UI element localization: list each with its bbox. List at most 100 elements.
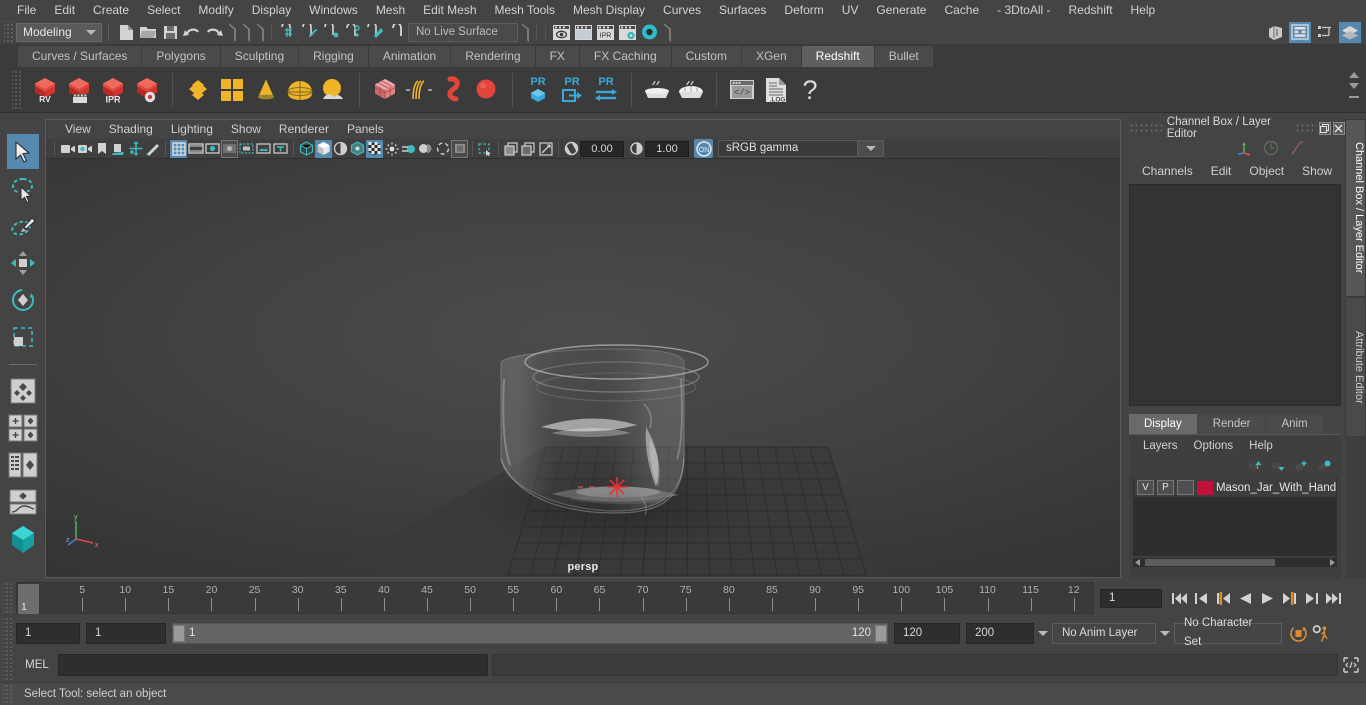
redshift-proxy-cube-icon[interactable] <box>368 70 402 110</box>
panel-grip[interactable] <box>1129 123 1163 133</box>
restore-icon[interactable] <box>1318 121 1331 135</box>
help-line-grip[interactable] <box>3 685 13 703</box>
shelf-tab-sculpting[interactable]: Sculpting <box>220 46 299 67</box>
redshift-hair-icon[interactable] <box>402 70 436 110</box>
channel-box-menu-show[interactable]: Show <box>1293 164 1341 178</box>
auto-key-icon[interactable] <box>1289 623 1308 643</box>
select-tool-button[interactable] <box>6 134 39 169</box>
step-forward-keyframe-icon[interactable] <box>1302 588 1321 608</box>
snap-to-point-icon[interactable] <box>320 22 342 43</box>
menu-display[interactable]: Display <box>243 0 300 20</box>
color-management-dropdown-arrow[interactable] <box>858 140 884 157</box>
live-surface-field[interactable]: No Live Surface <box>408 22 518 42</box>
film-origin-icon[interactable] <box>238 140 255 158</box>
new-layer-from-selected-icon[interactable] <box>1316 460 1331 472</box>
menu-curves[interactable]: Curves <box>654 0 710 20</box>
play-forwards-icon[interactable] <box>1258 588 1277 608</box>
render-settings-icon[interactable] <box>616 22 638 43</box>
shelf-scroll-arrows[interactable] <box>1348 71 1360 101</box>
bookmark-icon[interactable] <box>93 140 110 158</box>
film-gate-icon[interactable] <box>187 140 204 158</box>
gamma-field[interactable]: 1.00 <box>645 140 689 157</box>
expand-collapse-icon[interactable] <box>663 25 671 39</box>
redshift-sphere-icon[interactable] <box>470 70 504 110</box>
menu-generate[interactable]: Generate <box>867 0 935 20</box>
side-tab-attribute-editor[interactable]: Attribute Editor <box>1345 297 1366 437</box>
move-layer-down-icon[interactable] <box>1270 460 1285 472</box>
shelf-tab-polygons[interactable]: Polygons <box>142 46 220 67</box>
shelf-tab-fx-caching[interactable]: FX Caching <box>579 46 671 67</box>
viewport-menu-view[interactable]: View <box>56 120 100 139</box>
exposure-field[interactable]: 0.00 <box>580 140 624 157</box>
scrollbar-thumb[interactable] <box>1145 559 1275 566</box>
time-slider-grip[interactable] <box>3 583 13 613</box>
redshift-volume-icon[interactable] <box>436 70 470 110</box>
time-slider-track[interactable]: 1 5 10 15 20 25 30 35 40 45 50 55 60 65 70 75 80 85 90 95 1… <box>16 582 1094 614</box>
shelf-tab-rigging[interactable]: Rigging <box>299 46 368 67</box>
motion-blur-icon[interactable] <box>400 140 417 158</box>
toggle-attribute-editor-icon[interactable] <box>1289 21 1311 43</box>
layer-menu-layers[interactable]: Layers <box>1135 440 1186 452</box>
range-start-handle[interactable] <box>173 624 185 642</box>
xray-joints-icon[interactable] <box>477 140 494 158</box>
command-line-grip[interactable] <box>3 650 13 680</box>
viewport-menu-panels[interactable]: Panels <box>338 120 393 139</box>
move-tool-button[interactable] <box>7 245 39 280</box>
save-scene-icon[interactable] <box>159 22 181 43</box>
snap-to-grid-icon[interactable] <box>276 22 298 43</box>
channel-box-menu-channels[interactable]: Channels <box>1133 164 1202 178</box>
gate-mask-icon[interactable] <box>221 139 238 158</box>
layer-list-horizontal-scrollbar[interactable] <box>1133 558 1337 567</box>
menu-surfaces[interactable]: Surfaces <box>710 0 775 20</box>
menu-windows[interactable]: Windows <box>300 0 367 20</box>
isolate-select-icon[interactable] <box>434 140 451 158</box>
render-current-frame-icon[interactable] <box>572 22 594 43</box>
character-set-field[interactable]: No Character Set <box>1174 617 1282 648</box>
toggle-channel-box-icon[interactable] <box>1339 21 1361 43</box>
snap-to-curve-icon[interactable] <box>298 22 320 43</box>
redshift-rv-icon[interactable]: RV <box>28 70 62 110</box>
resolution-gate-icon[interactable] <box>204 140 221 158</box>
menu-redshift[interactable]: Redshift <box>1060 0 1122 20</box>
expand-collapse-icon[interactable] <box>521 25 529 39</box>
render-view-icon[interactable] <box>550 22 572 43</box>
grease-pencil-icon[interactable] <box>144 140 161 158</box>
layer-visibility-toggle[interactable]: V <box>1137 480 1154 495</box>
character-set-dropdown-arrow[interactable] <box>1156 623 1174 644</box>
camera-attributes-icon[interactable] <box>76 140 93 158</box>
grid-toggle-icon[interactable] <box>170 139 187 158</box>
scroll-right-arrow-icon[interactable] <box>1327 558 1337 567</box>
image-plane-icon[interactable] <box>110 140 127 158</box>
make-live-icon[interactable] <box>386 22 408 43</box>
panel-grip-right[interactable] <box>1294 123 1317 133</box>
hypershade-icon[interactable] <box>638 22 660 43</box>
range-slider-grip[interactable] <box>3 618 13 648</box>
channel-box-menu-edit[interactable]: Edit <box>1202 164 1241 178</box>
xray-textures-icon[interactable] <box>520 140 537 158</box>
shelf-tab-fx[interactable]: FX <box>535 46 579 67</box>
menu-mesh[interactable]: Mesh <box>367 0 414 20</box>
step-back-frame-icon[interactable] <box>1214 588 1233 608</box>
redshift-log-icon[interactable]: .LOG <box>759 70 793 110</box>
play-backwards-icon[interactable] <box>1236 588 1255 608</box>
shelf-tab-xgen[interactable]: XGen <box>741 46 801 67</box>
move-layer-up-icon[interactable] <box>1247 460 1262 472</box>
shelf-row-grip[interactable] <box>12 69 22 110</box>
go-to-end-icon[interactable] <box>1324 588 1343 608</box>
title-safe-icon[interactable] <box>272 140 289 158</box>
ipr-render-icon[interactable]: IPR <box>594 22 616 43</box>
curve-icon[interactable] <box>1289 140 1305 156</box>
shadows-icon[interactable] <box>366 139 383 158</box>
ambient-occlusion-icon[interactable] <box>383 140 400 158</box>
command-language-label[interactable]: MEL <box>16 659 58 671</box>
redshift-render-sequence-icon[interactable] <box>62 70 96 110</box>
menu-cache[interactable]: Cache <box>935 0 988 20</box>
color-management-toggle-icon[interactable]: ON <box>694 139 713 158</box>
range-end-handle[interactable] <box>875 624 887 642</box>
new-layer-icon[interactable] <box>1293 460 1308 472</box>
status-line-grip[interactable] <box>4 20 14 44</box>
four-pane-layout-button[interactable] <box>7 410 39 445</box>
shelf-tab-curves-surfaces[interactable]: Curves / Surfaces <box>18 46 142 67</box>
step-back-keyframe-icon[interactable] <box>1192 588 1211 608</box>
layer-tab-display[interactable]: Display <box>1129 414 1197 434</box>
